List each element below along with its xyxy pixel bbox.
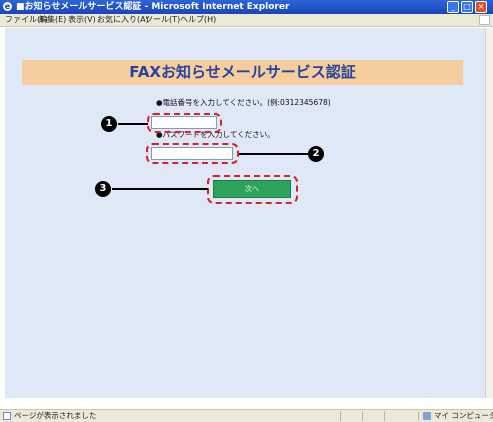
status-bar: ページが表示されました マイ コンピュータ — [0, 409, 493, 422]
callout-outline-next — [207, 175, 298, 204]
leader-line-3 — [112, 188, 208, 190]
status-divider — [418, 411, 419, 421]
security-zone-label: マイ コンピュータ — [434, 411, 493, 420]
callout-outline-password — [146, 143, 239, 164]
callout-outline-phone — [147, 113, 222, 133]
window-title: ■お知らせメールサービス認証 - Microsoft Internet Expl… — [16, 2, 290, 12]
menu-help[interactable]: ヘルプ(H) — [180, 14, 216, 26]
page-title: FAXお知らせメールサービス認証 — [22, 60, 463, 85]
status-divider — [384, 411, 385, 421]
computer-icon — [423, 412, 431, 420]
callout-marker-3: 3 — [95, 181, 111, 197]
status-text: ページが表示されました — [14, 411, 97, 420]
internet-explorer-icon: e — [3, 2, 12, 11]
menu-favorites[interactable]: お気に入り(A) — [97, 14, 149, 26]
windows-logo-icon — [479, 15, 490, 25]
leader-line-2 — [239, 153, 308, 155]
page-icon — [3, 412, 11, 420]
status-divider — [362, 411, 363, 421]
menu-tools[interactable]: ツール(T) — [145, 14, 180, 26]
callout-marker-2: 2 — [308, 146, 324, 162]
menu-bar: ファイル(F) 編集(E) 表示(V) お気に入り(A) ツール(T) ヘルプ(… — [0, 14, 493, 27]
status-divider — [340, 411, 341, 421]
vertical-scrollbar[interactable] — [485, 28, 493, 398]
close-button[interactable]: × — [475, 1, 487, 13]
phone-instruction: ●電話番号を入力してください。(例:0312345678) — [156, 98, 331, 107]
menu-edit[interactable]: 編集(E) — [39, 14, 66, 26]
window-titlebar: e ■お知らせメールサービス認証 - Microsoft Internet Ex… — [0, 0, 493, 14]
minimize-button[interactable]: _ — [447, 1, 459, 13]
menu-view[interactable]: 表示(V) — [68, 14, 96, 26]
leader-line-1 — [118, 123, 148, 125]
callout-marker-1: 1 — [101, 116, 117, 132]
maximize-button[interactable]: □ — [461, 1, 473, 13]
